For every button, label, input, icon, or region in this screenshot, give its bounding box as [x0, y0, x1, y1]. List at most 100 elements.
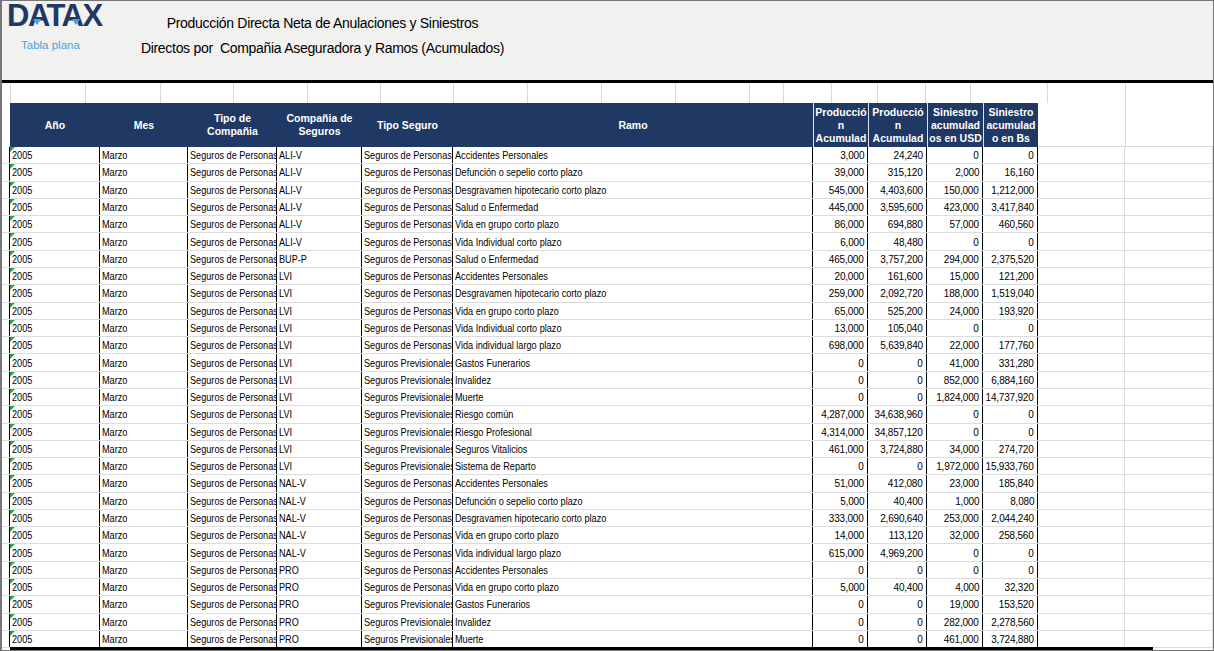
empty-cell[interactable]: [1125, 199, 1213, 215]
cell-ano[interactable]: 2005: [10, 527, 100, 543]
cell-produccion-acumulada-2[interactable]: 0: [868, 389, 927, 405]
cell-tipo-compania[interactable]: Seguros de Personas: [188, 510, 277, 526]
empty-cell[interactable]: [1125, 372, 1213, 388]
cell-produccion-acumulada-2[interactable]: 40,400: [868, 493, 927, 509]
empty-cell[interactable]: [1038, 631, 1125, 647]
cell-produccion-acumulada-1[interactable]: 20,000: [813, 268, 868, 284]
cell-tipo-seguro[interactable]: Seguros Previsionales: [362, 458, 453, 474]
cell-ano[interactable]: 2005: [10, 320, 100, 336]
cell-siniestros-acumulados-usd[interactable]: 0: [927, 406, 983, 422]
cell-ano[interactable]: 2005: [10, 510, 100, 526]
cell-tipo-compania[interactable]: Seguros de Personas: [188, 320, 277, 336]
header-compania-seguros[interactable]: Compañia de Seguros: [277, 103, 362, 147]
empty-cell[interactable]: [1038, 354, 1125, 370]
cell-ramo[interactable]: Vida individual largo plazo: [453, 337, 813, 353]
cell-tipo-compania[interactable]: Seguros de Personas: [188, 544, 277, 560]
cell-compania-seguros[interactable]: LVI: [277, 458, 362, 474]
cell-ano[interactable]: 2005: [10, 285, 100, 301]
cell-mes[interactable]: Marzo: [100, 406, 188, 422]
empty-cell[interactable]: [1038, 475, 1125, 491]
cell-tipo-seguro[interactable]: Seguros de Personas: [362, 527, 453, 543]
cell-mes[interactable]: Marzo: [100, 199, 188, 215]
empty-cell[interactable]: [1038, 389, 1125, 405]
cell-tipo-seguro[interactable]: Seguros de Personas: [362, 493, 453, 509]
empty-cell[interactable]: [1125, 510, 1213, 526]
cell-mes[interactable]: Marzo: [100, 251, 188, 267]
cell-tipo-seguro[interactable]: Seguros de Personas: [362, 579, 453, 595]
cell-produccion-acumulada-1[interactable]: 0: [813, 354, 868, 370]
cell-ramo[interactable]: Seguros Vitalicios: [453, 441, 813, 457]
cell-mes[interactable]: Marzo: [100, 389, 188, 405]
empty-cell[interactable]: [1038, 268, 1125, 284]
cell-siniestros-acumulados-usd[interactable]: 34,000: [927, 441, 983, 457]
cell-tipo-seguro[interactable]: Seguros de Personas: [362, 285, 453, 301]
empty-cell[interactable]: [1125, 285, 1213, 301]
cell-ano[interactable]: 2005: [10, 406, 100, 422]
cell-tipo-seguro[interactable]: Seguros de Personas: [362, 303, 453, 319]
cell-produccion-acumulada-1[interactable]: 3,000: [813, 147, 868, 163]
empty-cell[interactable]: [1038, 596, 1125, 612]
cell-ano[interactable]: 2005: [10, 493, 100, 509]
cell-compania-seguros[interactable]: LVI: [277, 337, 362, 353]
cell-ramo[interactable]: Muerte: [453, 389, 813, 405]
cell-siniestros-acumulados-usd[interactable]: 22,000: [927, 337, 983, 353]
empty-cell[interactable]: [1125, 147, 1213, 163]
cell-produccion-acumulada-1[interactable]: 4,314,000: [813, 424, 868, 440]
cell-tipo-seguro[interactable]: Seguros Previsionales: [362, 406, 453, 422]
empty-cell[interactable]: [1125, 406, 1213, 422]
empty-cell[interactable]: [1125, 216, 1213, 232]
empty-cell[interactable]: [1125, 303, 1213, 319]
cell-compania-seguros[interactable]: LVI: [277, 389, 362, 405]
cell-siniestros-acumulados-usd[interactable]: 57,000: [927, 216, 983, 232]
cell-ramo[interactable]: Accidentes Personales: [453, 268, 813, 284]
cell-siniestros-acumulados-usd[interactable]: 423,000: [927, 199, 983, 215]
cell-produccion-acumulada-1[interactable]: 615,000: [813, 544, 868, 560]
header-tipo-compania[interactable]: Tipo de Compañia: [188, 103, 277, 147]
empty-cell[interactable]: [1038, 562, 1125, 578]
empty-cell[interactable]: [1038, 251, 1125, 267]
cell-ano[interactable]: 2005: [10, 424, 100, 440]
cell-mes[interactable]: Marzo: [100, 527, 188, 543]
cell-ano[interactable]: 2005: [10, 372, 100, 388]
cell-ramo[interactable]: Vida en grupo corto plazo: [453, 216, 813, 232]
cell-tipo-compania[interactable]: Seguros de Personas: [188, 233, 277, 249]
cell-mes[interactable]: Marzo: [100, 216, 188, 232]
cell-siniestros-acumulados-usd[interactable]: 19,000: [927, 596, 983, 612]
cell-siniestro-acumulado-bs[interactable]: 0: [983, 147, 1038, 163]
cell-compania-seguros[interactable]: ALI-V: [277, 199, 362, 215]
cell-siniestros-acumulados-usd[interactable]: 461,000: [927, 631, 983, 647]
empty-cell[interactable]: [1038, 337, 1125, 353]
empty-cell[interactable]: [1038, 199, 1125, 215]
cell-siniestro-acumulado-bs[interactable]: 121,200: [983, 268, 1038, 284]
cell-produccion-acumulada-2[interactable]: 3,724,880: [868, 441, 927, 457]
cell-ano[interactable]: 2005: [10, 164, 100, 180]
cell-tipo-compania[interactable]: Seguros de Personas: [188, 251, 277, 267]
empty-cell[interactable]: [1125, 424, 1213, 440]
cell-ramo[interactable]: Invalidez: [453, 614, 813, 630]
cell-produccion-acumulada-1[interactable]: 259,000: [813, 285, 868, 301]
empty-cell[interactable]: [1038, 147, 1125, 163]
empty-cell[interactable]: [1125, 614, 1213, 630]
cell-siniestro-acumulado-bs[interactable]: 0: [983, 406, 1038, 422]
cell-ano[interactable]: 2005: [10, 303, 100, 319]
cell-siniestros-acumulados-usd[interactable]: 150,000: [927, 182, 983, 198]
header-produccion-acumulada-1[interactable]: Producció n Acumulad: [813, 103, 868, 147]
cell-produccion-acumulada-2[interactable]: 24,240: [868, 147, 927, 163]
cell-ramo[interactable]: Riesgo Profesional: [453, 424, 813, 440]
cell-mes[interactable]: Marzo: [100, 458, 188, 474]
cell-tipo-seguro[interactable]: Seguros Previsionales: [362, 596, 453, 612]
empty-cell[interactable]: [1125, 596, 1213, 612]
cell-produccion-acumulada-2[interactable]: 40,400: [868, 579, 927, 595]
cell-tipo-seguro[interactable]: Seguros Previsionales: [362, 424, 453, 440]
cell-siniestros-acumulados-usd[interactable]: 188,000: [927, 285, 983, 301]
empty-cell[interactable]: [1125, 320, 1213, 336]
cell-ramo[interactable]: Accidentes Personales: [453, 147, 813, 163]
cell-produccion-acumulada-2[interactable]: 4,403,600: [868, 182, 927, 198]
cell-tipo-seguro[interactable]: Seguros de Personas: [362, 475, 453, 491]
cell-ramo[interactable]: Defunción o sepelio corto plazo: [453, 164, 813, 180]
cell-mes[interactable]: Marzo: [100, 354, 188, 370]
cell-siniestros-acumulados-usd[interactable]: 253,000: [927, 510, 983, 526]
cell-tipo-seguro[interactable]: Seguros de Personas: [362, 199, 453, 215]
cell-siniestros-acumulados-usd[interactable]: 0: [927, 147, 983, 163]
cell-siniestros-acumulados-usd[interactable]: 1,000: [927, 493, 983, 509]
